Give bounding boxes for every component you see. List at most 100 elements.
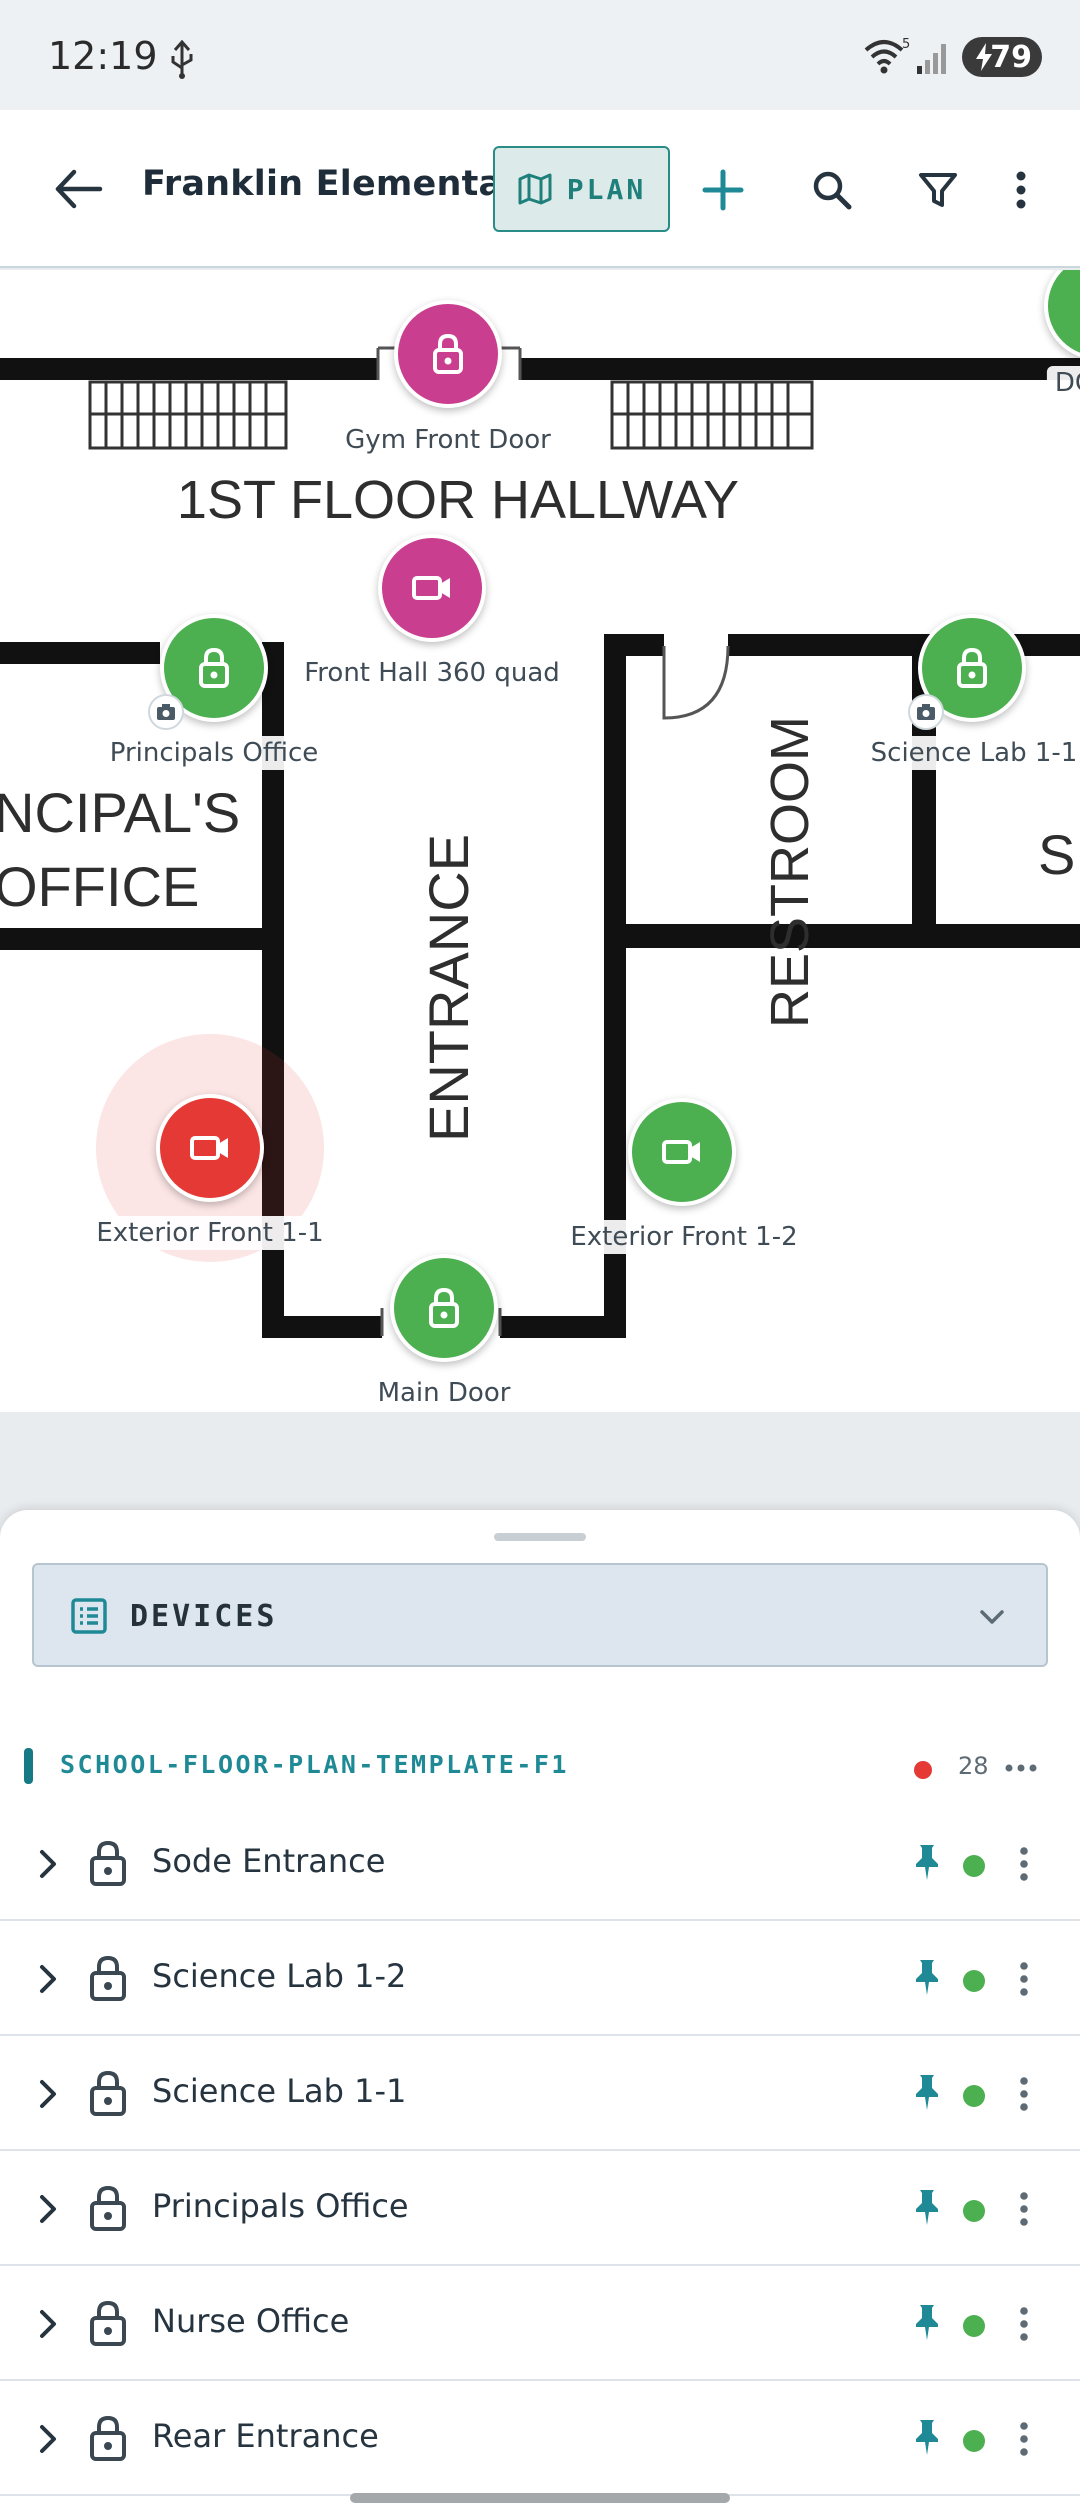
kebab-menu-icon[interactable]	[1012, 1959, 1036, 1999]
filter-button[interactable]	[908, 160, 968, 220]
wifi-icon: 5	[864, 37, 910, 74]
group-name: SCHOOL-FLOOR-PLAN-TEMPLATE-F1	[60, 1750, 569, 1779]
status-dot	[963, 2315, 985, 2337]
video-camera-icon	[412, 576, 450, 600]
home-indicator[interactable]	[350, 2493, 730, 2503]
charging-bolt-icon	[976, 43, 992, 71]
plan-view-button[interactable]: PLAN	[493, 146, 670, 232]
battery-level: 79	[990, 39, 1032, 75]
lock-icon	[90, 2300, 126, 2346]
chevron-right-icon[interactable]	[36, 1844, 60, 1884]
map-marker-label-science-lab-1-1: Science Lab 1-1	[862, 736, 1080, 770]
kebab-menu-icon[interactable]	[1012, 1844, 1036, 1884]
devices-bottom-sheet: DEVICES SCHOOL-FLOOR-PLAN-TEMPLATE-F1 28…	[0, 1510, 1080, 2520]
device-name: Sode Entrance	[152, 1842, 386, 1880]
plan-button-label: PLAN	[566, 172, 647, 206]
group-alert-dot	[914, 1761, 932, 1779]
svg-text:5: 5	[902, 37, 910, 52]
device-list: Sode Entrance Science Lab 1-2 Science La…	[0, 1806, 1080, 2496]
pin-icon[interactable]	[912, 2072, 942, 2112]
search-button[interactable]	[802, 160, 862, 220]
room-label-entrance: ENTRANCE	[417, 834, 480, 1142]
group-device-count: 28	[958, 1752, 989, 1780]
device-name: Nurse Office	[152, 2302, 350, 2340]
status-time: 12:19	[48, 34, 158, 78]
device-name: Science Lab 1-1	[152, 2072, 407, 2110]
floor-plan-map[interactable]: 1ST FLOOR HALLWAY NCIPAL'S OFFICE ENTRAN…	[0, 270, 1080, 1412]
map-marker-exterior-front-1-1[interactable]	[156, 1094, 264, 1202]
chevron-right-icon[interactable]	[36, 2074, 60, 2114]
map-marker-label-main-door: Main Door	[369, 1376, 519, 1410]
video-camera-icon	[662, 1140, 700, 1164]
lock-icon	[957, 647, 987, 688]
usb-icon	[171, 40, 193, 79]
status-bar: 12:19 5 79	[0, 0, 1080, 110]
map-marker-label-front-hall-360-quad: Front Hall 360 quad	[296, 656, 568, 690]
map-marker-gym-front-door[interactable]	[394, 300, 502, 408]
device-row[interactable]: Science Lab 1-2	[0, 1921, 1080, 2036]
page-title: Franklin Elementary	[142, 164, 543, 204]
map-marker-front-hall-360-quad[interactable]	[378, 534, 486, 642]
camera-badge	[148, 694, 184, 730]
kebab-menu-icon	[1016, 171, 1026, 209]
device-row[interactable]: Science Lab 1-1	[0, 2036, 1080, 2151]
room-label-principal-line2: OFFICE	[0, 855, 199, 918]
camera-icon	[917, 704, 935, 720]
lock-icon	[90, 2070, 126, 2116]
lock-icon	[433, 333, 463, 374]
pin-icon[interactable]	[912, 2417, 942, 2457]
kebab-menu-icon[interactable]	[1012, 2419, 1036, 2459]
video-camera-icon	[190, 1136, 228, 1160]
room-label-restroom: RESTROOM	[760, 716, 820, 1028]
map-marker-label-exterior-front-1-1: Exterior Front 1-1	[88, 1216, 332, 1250]
chevron-right-icon[interactable]	[36, 2304, 60, 2344]
map-marker-main-door[interactable]	[390, 1254, 498, 1362]
search-icon	[813, 171, 852, 210]
map-marker-label-exterior-front-1-2: Exterior Front 1-2	[562, 1220, 806, 1254]
lock-icon	[90, 1840, 126, 1886]
camera-icon	[157, 704, 175, 720]
pin-icon[interactable]	[912, 1957, 942, 1997]
chevron-right-icon[interactable]	[36, 2189, 60, 2229]
device-row[interactable]: Principals Office	[0, 2151, 1080, 2266]
battery-indicator: 79	[962, 37, 1042, 77]
device-name: Rear Entrance	[152, 2417, 379, 2455]
status-dot	[963, 2085, 985, 2107]
room-label-hallway: 1ST FLOOR HALLWAY	[177, 470, 739, 530]
map-marker-label-dc: DC	[1046, 366, 1080, 400]
chevron-right-icon[interactable]	[36, 1959, 60, 1999]
device-row[interactable]: Rear Entrance	[0, 2381, 1080, 2496]
cell-signal-icon	[917, 44, 946, 74]
status-dot	[963, 2430, 985, 2452]
chevron-right-icon[interactable]	[36, 2419, 60, 2459]
status-dot	[963, 2200, 985, 2222]
lock-icon	[90, 1955, 126, 2001]
room-label-principal-line1: NCIPAL'S	[0, 781, 240, 844]
map-marker-label-principals-office: Principals Office	[101, 736, 327, 770]
device-name: Principals Office	[152, 2187, 409, 2225]
group-accent-bar	[24, 1748, 33, 1784]
more-horizontal-icon[interactable]	[1004, 1756, 1038, 1780]
device-group-header[interactable]: SCHOOL-FLOOR-PLAN-TEMPLATE-F1 28	[0, 1736, 1080, 1796]
kebab-menu-icon[interactable]	[1012, 2304, 1036, 2344]
back-arrow-icon[interactable]	[50, 164, 106, 214]
map-marker-exterior-front-1-2[interactable]	[628, 1098, 736, 1206]
pin-icon[interactable]	[912, 2187, 942, 2227]
kebab-menu-icon[interactable]	[1012, 2189, 1036, 2229]
status-dot	[963, 1855, 985, 1877]
kebab-menu-icon[interactable]	[1012, 2074, 1036, 2114]
devices-dropdown[interactable]: DEVICES	[32, 1563, 1048, 1667]
status-dot	[963, 1970, 985, 1992]
add-button[interactable]	[693, 160, 753, 220]
pin-icon[interactable]	[912, 1842, 942, 1882]
pin-icon[interactable]	[912, 2302, 942, 2342]
map-marker-label-gym-front-door: Gym Front Door	[337, 423, 559, 457]
list-icon	[71, 1598, 107, 1634]
camera-badge	[908, 694, 944, 730]
device-name: Science Lab 1-2	[152, 1957, 407, 1995]
device-row[interactable]: Sode Entrance	[0, 1806, 1080, 1921]
more-options-button[interactable]	[991, 160, 1051, 220]
device-row[interactable]: Nurse Office	[0, 2266, 1080, 2381]
lock-icon	[199, 647, 229, 688]
sheet-drag-handle[interactable]	[494, 1533, 586, 1541]
